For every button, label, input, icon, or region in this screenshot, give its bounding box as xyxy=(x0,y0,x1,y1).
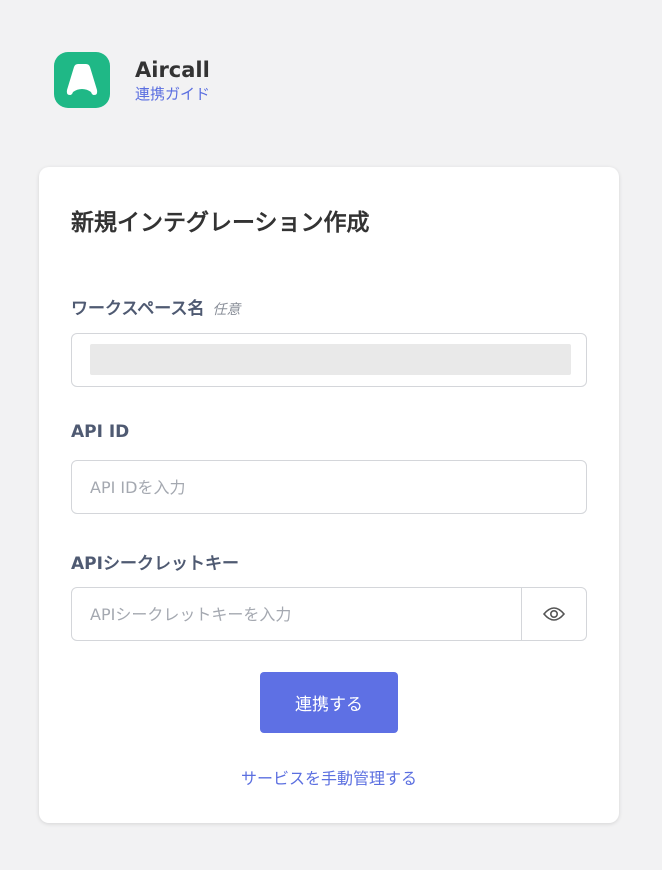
header: Aircall 連携ガイド xyxy=(54,52,210,108)
integration-guide-link[interactable]: 連携ガイド xyxy=(135,84,210,104)
api-secret-field[interactable] xyxy=(71,587,587,641)
workspace-name-field[interactable] xyxy=(71,333,587,387)
page-title: 新規インテグレーション作成 xyxy=(71,210,370,236)
manual-manage-link[interactable]: サービスを手動管理する xyxy=(39,765,619,789)
workspace-name-label: ワークスペース名 任意 xyxy=(71,294,240,319)
integration-form-card: 新規インテグレーション作成 ワークスペース名任意 API ID APIシークレッ… xyxy=(39,167,619,823)
app-name: Aircall xyxy=(135,58,210,82)
workspace-name-value xyxy=(90,344,571,375)
api-secret-input[interactable] xyxy=(72,588,521,640)
api-id-label: API ID xyxy=(71,422,130,442)
api-secret-label: APIシークレットキー xyxy=(71,554,239,574)
eye-icon xyxy=(543,607,565,621)
api-id-field[interactable] xyxy=(71,460,587,514)
aircall-logo-icon xyxy=(54,52,110,108)
toggle-visibility-button[interactable] xyxy=(521,588,586,640)
optional-tag: 任意 xyxy=(212,302,241,318)
brand: Aircall 連携ガイド xyxy=(135,56,210,104)
connect-button[interactable]: 連携する xyxy=(260,672,398,733)
workspace-name-label-text: ワークスペース名 xyxy=(71,299,205,319)
api-id-input[interactable] xyxy=(72,461,586,513)
